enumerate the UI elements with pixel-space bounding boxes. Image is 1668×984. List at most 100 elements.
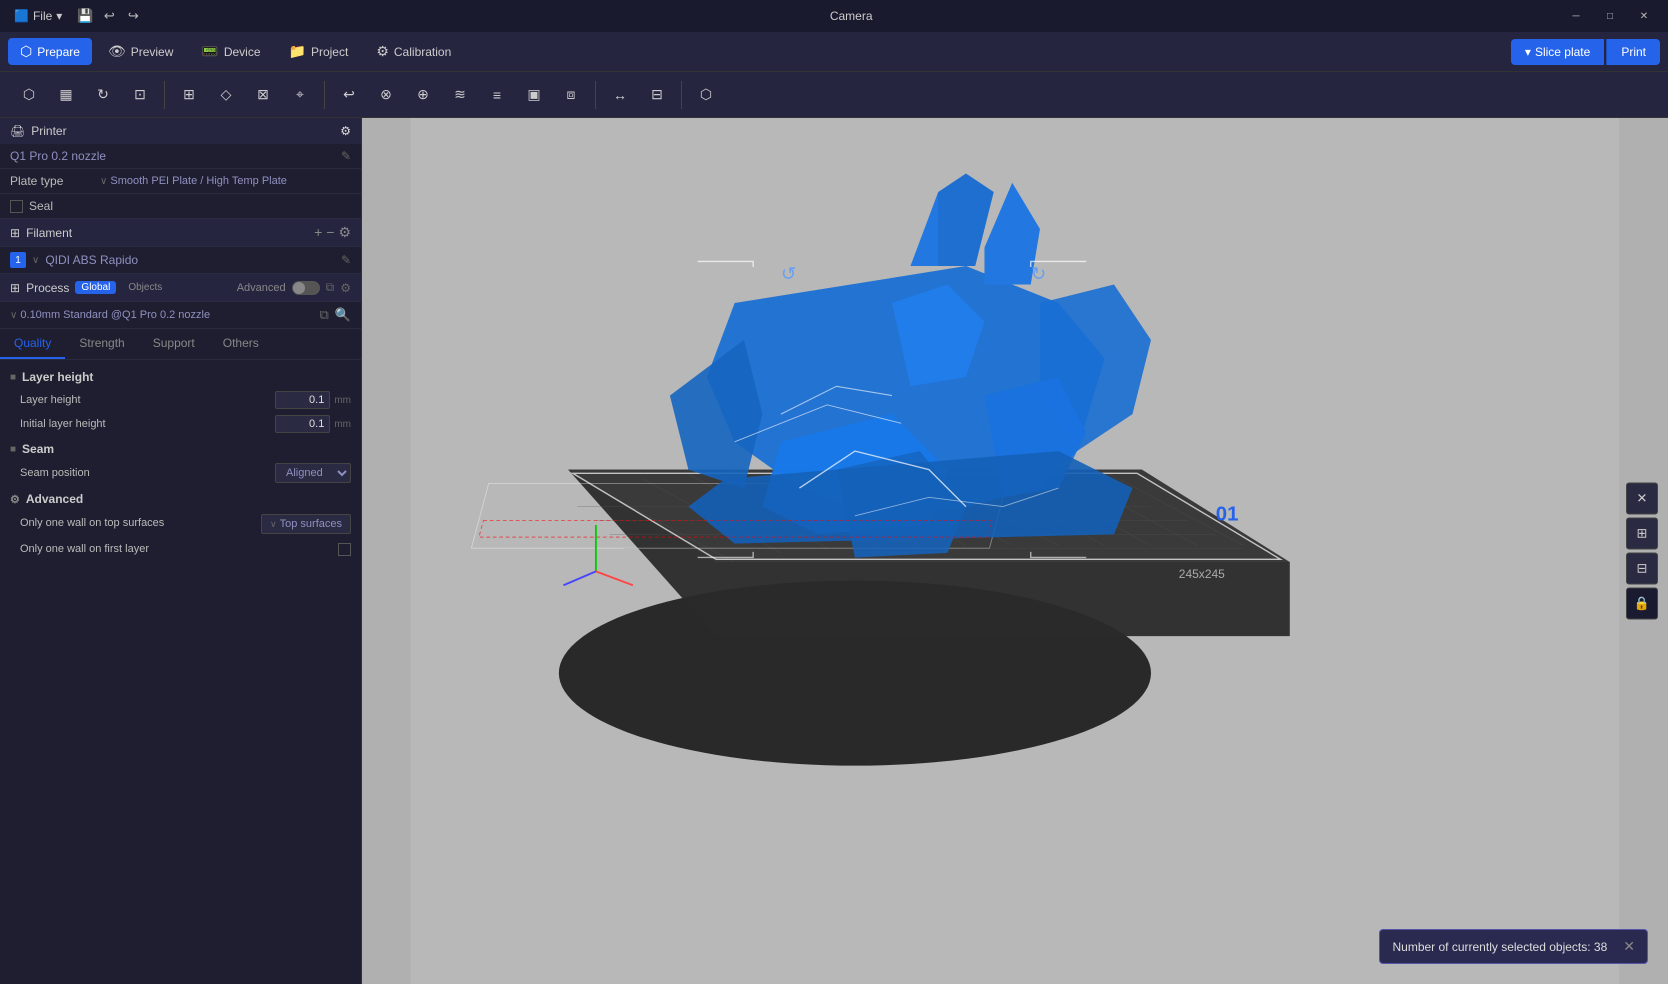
- seam-position-label: Seam position: [20, 467, 275, 479]
- filament-header: ⊞ Filament + − ⚙: [0, 219, 361, 247]
- toolbar-separator: [164, 81, 165, 109]
- slice-plate-button[interactable]: ▾ Slice plate: [1511, 39, 1604, 65]
- initial-layer-height-input[interactable]: [275, 415, 330, 433]
- sidebar: 🖨 Printer ⚙ Q1 Pro 0.2 nozzle ✎ Plate ty…: [0, 118, 362, 984]
- filament-remove-icon[interactable]: −: [326, 224, 334, 241]
- profile-icons: ⧉ 🔍: [320, 307, 351, 323]
- move-tool[interactable]: ⊞: [172, 78, 206, 112]
- filament-name: QIDI ABS Rapido: [45, 253, 335, 267]
- seam-section-icon: ■: [10, 444, 16, 455]
- maximize-button[interactable]: □: [1594, 6, 1626, 26]
- toolbar-separator: [595, 81, 596, 109]
- lock-button[interactable]: 🔒: [1626, 588, 1658, 620]
- undo-icon[interactable]: ↩: [100, 7, 118, 25]
- top-surfaces-value: Top surfaces: [280, 518, 342, 530]
- perspective-view-button[interactable]: ⬡: [12, 78, 46, 112]
- viewport[interactable]: ↺ ↻ 245x245 01 ✕ ⊞: [362, 118, 1668, 984]
- notification-close-icon[interactable]: ✕: [1623, 938, 1635, 955]
- advanced-section-icon: ⚙: [10, 493, 20, 506]
- initial-layer-height-label: Initial layer height: [20, 418, 275, 430]
- filament-add-icon[interactable]: +: [314, 224, 322, 241]
- filament-settings-icon[interactable]: ⚙: [338, 224, 351, 241]
- view-button-1[interactable]: ⊞: [1626, 518, 1658, 550]
- plate-type-value[interactable]: ∨ Smooth PEI Plate / High Temp Plate: [100, 175, 287, 187]
- add-tool[interactable]: ⊕: [406, 78, 440, 112]
- ortho-view-button[interactable]: ⊡: [123, 78, 157, 112]
- toolbar: ⬡▦↻⊡⊞◇⊠⌖↩⊗⊕≋≡▣⧈↔⊟⬡: [0, 72, 1668, 118]
- titlebar-icons: 💾 ↩ ↪: [76, 7, 142, 25]
- layer-height-input[interactable]: [275, 391, 330, 409]
- close-button[interactable]: ✕: [1628, 6, 1660, 26]
- 3d-scene[interactable]: ↺ ↻ 245x245 01: [362, 118, 1668, 984]
- paint-tool[interactable]: ▣: [517, 78, 551, 112]
- only-one-wall-first-checkbox[interactable]: [338, 543, 351, 556]
- nav-project-label: Project: [311, 45, 348, 59]
- cut-tool[interactable]: ⊗: [369, 78, 403, 112]
- tab-support[interactable]: Support: [139, 329, 209, 359]
- nav-preview-label: Preview: [131, 45, 174, 59]
- tab-quality[interactable]: Quality: [0, 329, 65, 359]
- status-notification: Number of currently selected objects: 38…: [1379, 929, 1648, 964]
- tab-strength[interactable]: Strength: [65, 329, 138, 359]
- face-select-tool[interactable]: ⌖: [283, 78, 317, 112]
- grid-view-button[interactable]: ▦: [49, 78, 83, 112]
- undo-tool[interactable]: ↩: [332, 78, 366, 112]
- nozzle-edit-icon[interactable]: ✎: [341, 149, 351, 163]
- toolbar-separator: [324, 81, 325, 109]
- process-settings-icon[interactable]: ⚙: [340, 281, 351, 295]
- minimize-button[interactable]: ─: [1560, 6, 1592, 26]
- tag-objects[interactable]: Objects: [122, 281, 168, 294]
- process-icon: ⊞: [10, 281, 20, 295]
- nozzle-name: Q1 Pro 0.2 nozzle: [10, 149, 106, 163]
- nav-device[interactable]: 📟 Device: [189, 38, 272, 65]
- nav-prepare[interactable]: ⬡ Prepare: [8, 38, 92, 65]
- printer-icon: 🖨: [10, 124, 25, 138]
- only-one-wall-first-row: Only one wall on first layer: [0, 538, 361, 561]
- process-title: ⊞ Process Global Objects: [10, 281, 168, 295]
- flatten-2-tool[interactable]: ⊟: [640, 78, 674, 112]
- file-menu[interactable]: 🟦 File ▾: [8, 7, 68, 25]
- main-content: ⬡▦↻⊡⊞◇⊠⌖↩⊗⊕≋≡▣⧈↔⊟⬡ 🖨 Printer ⚙ Q1 Pro 0.…: [0, 72, 1668, 984]
- top-surfaces-chevron-icon: ∨: [270, 519, 277, 530]
- profile-copy-icon[interactable]: ⧉: [320, 307, 329, 323]
- only-one-wall-first-label: Only one wall on first layer: [20, 542, 338, 557]
- nav-project[interactable]: 📁 Project: [277, 38, 361, 65]
- rotate-view-button[interactable]: ↻: [86, 78, 120, 112]
- tag-global[interactable]: Global: [75, 281, 116, 294]
- layer-height-section-header: ■ Layer height: [0, 364, 361, 388]
- print-button[interactable]: Print: [1606, 39, 1660, 65]
- save-icon[interactable]: 💾: [76, 7, 94, 25]
- seal-checkbox[interactable]: [10, 200, 23, 213]
- nav-calibration[interactable]: ⚙ Calibration: [364, 38, 463, 65]
- box-select-tool[interactable]: ⊠: [246, 78, 280, 112]
- initial-layer-input-group: mm: [275, 415, 351, 433]
- close-panel-button[interactable]: ✕: [1626, 483, 1658, 515]
- select-tool[interactable]: ◇: [209, 78, 243, 112]
- redo-icon[interactable]: ↪: [124, 7, 142, 25]
- seal-label: Seal: [29, 199, 53, 213]
- nav-preview[interactable]: 👁 Preview: [96, 38, 185, 65]
- device-icon: 📟: [201, 43, 218, 60]
- seam-position-select[interactable]: Aligned Nearest Random Back: [275, 463, 351, 483]
- advanced-toggle[interactable]: [292, 281, 320, 295]
- process-copy-icon[interactable]: ⧉: [326, 280, 335, 295]
- layer-height-section-icon: ■: [10, 372, 16, 383]
- advanced-section-header: ⚙ Advanced: [0, 486, 361, 510]
- profile-search-icon[interactable]: 🔍: [335, 307, 351, 323]
- arrange-tool[interactable]: ⬡: [689, 78, 723, 112]
- split-tool[interactable]: ≋: [443, 78, 477, 112]
- support-tool[interactable]: ⧈: [554, 78, 588, 112]
- view-button-2[interactable]: ⊟: [1626, 553, 1658, 585]
- tab-others[interactable]: Others: [209, 329, 273, 359]
- printer-settings-icon[interactable]: ⚙: [340, 124, 351, 138]
- filament-title: ⊞ Filament: [10, 226, 72, 240]
- filament-edit-icon[interactable]: ✎: [341, 253, 351, 267]
- flatten-tool[interactable]: ≡: [480, 78, 514, 112]
- top-surfaces-dropdown[interactable]: ∨ Top surfaces: [261, 514, 351, 534]
- titlebar: 🟦 File ▾ 💾 ↩ ↪ Camera ─ □ ✕: [0, 0, 1668, 32]
- seam-section-label: Seam: [22, 442, 54, 456]
- measure-tool[interactable]: ↔: [603, 78, 637, 112]
- file-chevron-icon: ▾: [56, 9, 62, 23]
- preview-icon: 👁: [108, 43, 126, 60]
- titlebar-left: 🟦 File ▾ 💾 ↩ ↪: [8, 7, 142, 25]
